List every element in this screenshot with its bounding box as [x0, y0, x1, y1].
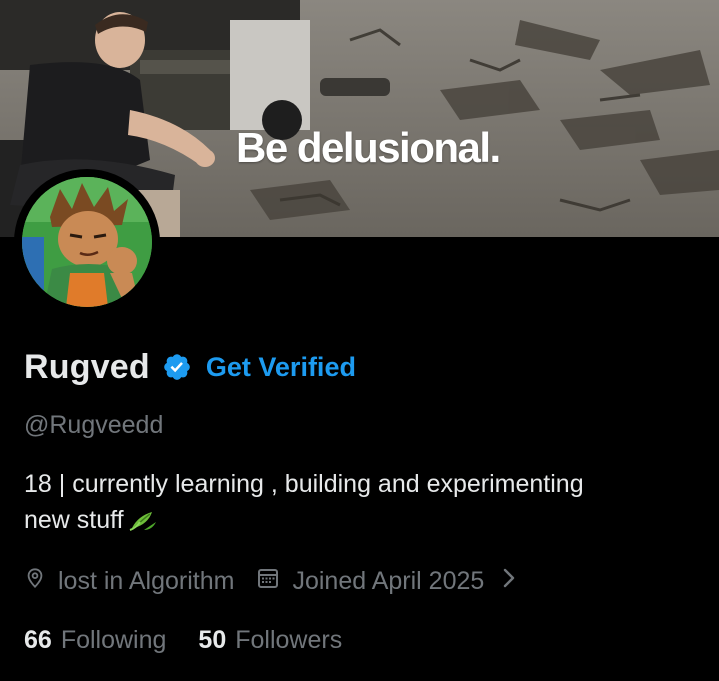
display-name: Rugved — [24, 347, 150, 386]
bio-line-2-text: new stuff — [24, 506, 124, 534]
followers-count: 50 — [198, 625, 227, 654]
calendar-icon — [256, 566, 280, 597]
bio-line-2: new stuff — [24, 502, 694, 542]
following-count: 66 — [24, 625, 52, 654]
avatar-image — [22, 177, 152, 307]
avatar[interactable] — [14, 169, 160, 315]
following-label: Following — [60, 625, 167, 654]
profile-bio: 18 | currently learning , building and e… — [24, 466, 694, 542]
name-row: Rugved Get Verified — [24, 345, 356, 389]
leaf-icon — [128, 506, 158, 542]
chevron-right-icon[interactable] — [502, 567, 516, 596]
location-pin-icon — [24, 566, 46, 597]
verified-check-icon[interactable] — [162, 352, 192, 382]
joined-item: Joined April 2025 — [256, 566, 484, 597]
followers-link[interactable]: 50 Followers — [198, 626, 342, 655]
followers-label: Followers — [235, 625, 343, 654]
location-item: lost in Algorithm — [24, 566, 234, 597]
profile-meta: lost in Algorithm Joined April 2025 — [24, 562, 516, 600]
profile-stats: 66 Following 50 Followers — [24, 621, 342, 659]
joined-text: Joined April 2025 — [292, 566, 485, 595]
banner-caption: Be delusional. — [236, 124, 501, 171]
get-verified-link[interactable]: Get Verified — [206, 352, 356, 383]
location-text: lost in Algorithm — [58, 566, 235, 595]
following-link[interactable]: 66 Following — [24, 626, 166, 655]
profile-handle: @Rugveedd — [24, 411, 164, 439]
bio-line-1: 18 | currently learning , building and e… — [24, 470, 584, 498]
